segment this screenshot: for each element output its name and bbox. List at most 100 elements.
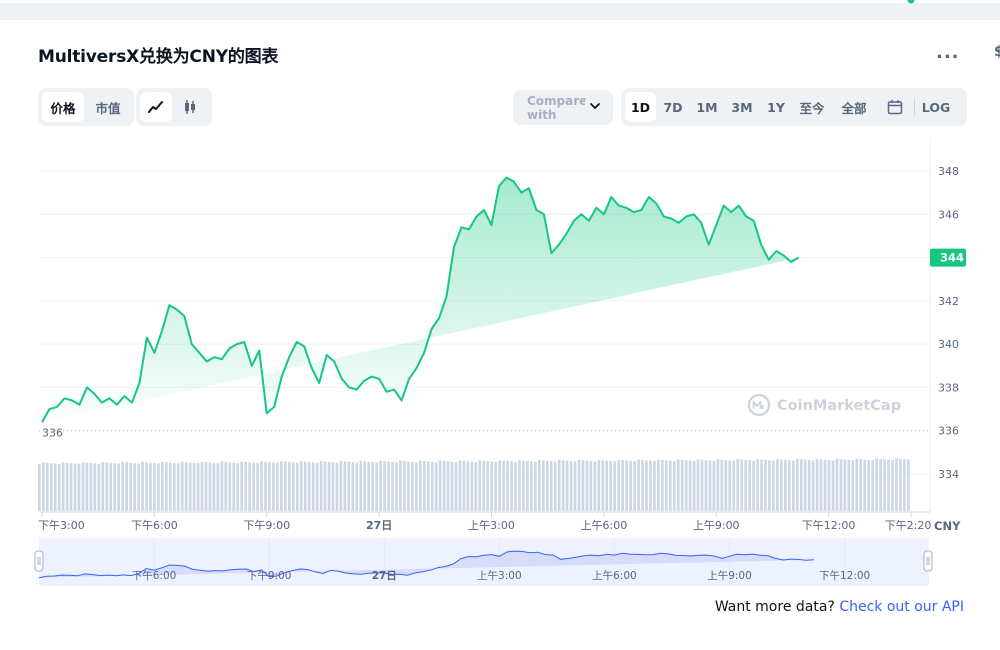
volume-bar [375,462,378,511]
volume-bar [772,460,775,511]
volume-bar [629,460,632,511]
volume-bar [168,462,172,511]
y-tick-label: 340 [938,338,959,351]
volume-bar [284,461,287,511]
volume-bar [664,460,668,511]
volume-bar [172,462,176,511]
volume-bar [835,458,839,511]
navigator-handle-left[interactable] [34,550,44,572]
volume-bar [65,462,69,511]
volume-bar [676,459,680,511]
volume-bar [442,460,446,511]
volume-bar [791,460,795,511]
volume-bar [188,462,192,511]
volume-bar [359,460,363,511]
volume-bar [387,461,390,511]
volume-bar [49,463,53,511]
volume-bar [815,458,819,511]
navigator-tick-label: 下午9:00 [247,569,292,582]
volume-bar [490,461,494,511]
volume-bar [780,459,783,511]
api-link[interactable]: Check out our API [839,599,964,615]
volume-bar [799,459,803,511]
volume-bar [299,461,303,511]
volume-bar [569,461,573,511]
volume-bar [450,461,454,511]
volume-bar [434,462,438,511]
volume-bar [776,459,779,511]
volume-bar [256,463,259,511]
volume-bar [740,459,744,511]
volume-bar [498,460,501,511]
navigator-tick-label: 下午12:00 [819,569,870,582]
volume-bar [601,460,605,511]
last-price-dot [907,0,915,4]
navigator-tick-label: 上午9:00 [707,569,752,582]
volume-bar [379,460,382,511]
volume-bar [351,462,355,511]
volume-bar [371,462,374,511]
volume-bar [272,462,275,511]
api-promo: Want more data? Check out our API [715,599,964,615]
volume-bar [335,462,339,511]
volume-bar [113,463,117,511]
volume-bar [506,461,509,511]
volume-bar [581,460,585,511]
volume-bar [399,460,402,511]
volume-bar [593,461,597,511]
volume-bar [561,460,565,511]
volume-bar [728,460,732,511]
volume-bar [784,459,787,511]
volume-bar [557,460,561,511]
volume-bar [383,461,386,511]
volume-bar [260,461,263,511]
volume-bar [97,463,101,511]
volume-bar [831,460,835,511]
volume-bar [164,462,168,511]
volume-bar [609,460,613,511]
volume-bar [252,462,255,511]
volume-bar [803,459,807,511]
currency-label: CNY [934,519,961,533]
y-tick-label: 342 [938,295,959,308]
navigator-tick-label: 下午6:00 [132,569,177,582]
volume-bar [53,463,57,511]
volume-bar [474,462,478,511]
volume-bar [414,462,418,511]
volume-bar [633,461,636,511]
volume-bar [438,460,442,511]
volume-bar [855,458,859,511]
volume-bar [161,461,164,511]
volume-bar [760,459,763,511]
volume-bar [589,461,593,511]
y-tick-label: 346 [938,208,959,221]
volume-bar [768,460,771,511]
price-chart[interactable]: 336 348 346 344 342 340 338 336 334 下午3:00 下午6:0… [0,0,1000,650]
volume-bar [347,461,351,511]
volume-bar [482,460,486,511]
volume-bar [101,462,105,511]
navigator-handle-right[interactable] [923,550,933,572]
volume-bar [426,461,430,511]
volume-bar [668,460,672,511]
volume-bar [827,459,831,511]
volume-bar [93,463,97,511]
volume-bar [518,460,521,511]
volume-bar [228,462,232,511]
volume-bar [224,461,228,511]
volume-bar [232,462,236,511]
volume-bar [692,461,696,511]
volume-bar [534,461,537,511]
volume-bar [38,464,41,511]
volume-bar [645,460,648,511]
volume-bar [819,459,823,511]
volume-bar [613,461,617,511]
volume-bar [41,462,45,511]
x-axis: 下午3:00 下午6:00 下午9:00 27日 上午3:00 上午6:00 上午9:00 下… [38,511,961,533]
volume-bar [847,459,851,511]
volume-bar [891,460,894,511]
volume-bar [200,461,204,511]
volume-bar [541,460,545,511]
volume-bar [407,461,410,511]
y-axis: 348346344342340338336334 [929,138,959,512]
